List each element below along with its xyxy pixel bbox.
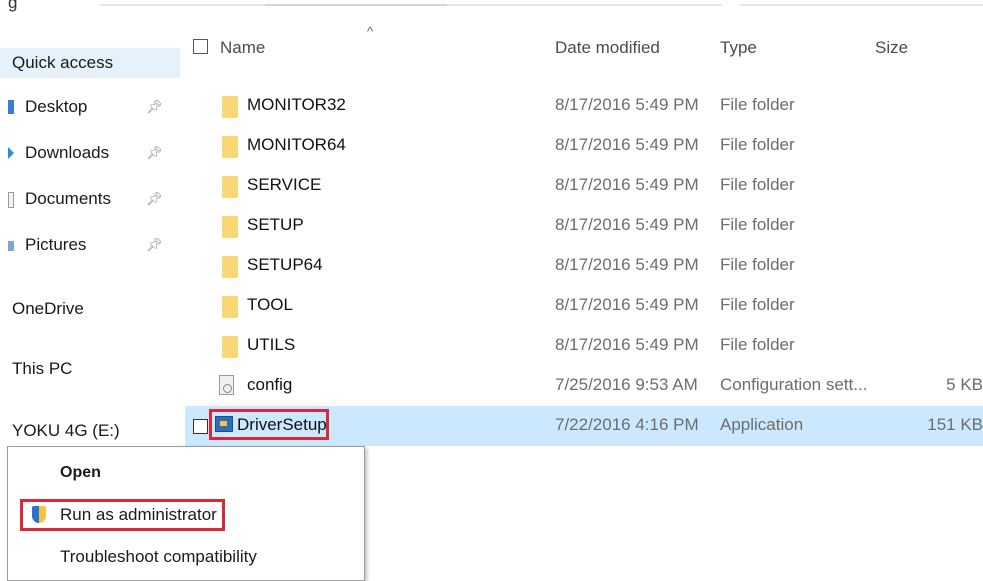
pin-icon[interactable]: 📌︎ [146, 230, 163, 260]
menu-label: Run as administrator [60, 505, 217, 524]
menu-item-run-as-administrator[interactable]: Run as administrator [8, 495, 364, 535]
table-row[interactable]: config 7/25/2016 9:53 AM Configuration s… [185, 366, 983, 406]
table-row[interactable]: MONITOR64 8/17/2016 5:49 PM File folder [185, 126, 983, 166]
file-date: 8/17/2016 5:49 PM [555, 175, 699, 194]
file-name: SETUP [247, 215, 304, 234]
file-date: 8/17/2016 5:49 PM [555, 95, 699, 114]
table-row[interactable]: SERVICE 8/17/2016 5:49 PM File folder [185, 166, 983, 206]
table-row[interactable]: SETUP 8/17/2016 5:49 PM File folder [185, 206, 983, 246]
row-checkbox-checked[interactable] [193, 419, 208, 434]
folder-icon [222, 256, 238, 278]
file-type: File folder [720, 135, 795, 154]
table-row-selected[interactable]: DriverSetup 7/22/2016 4:16 PM Applicatio… [185, 406, 983, 446]
column-name[interactable]: Name [220, 38, 265, 58]
file-size: 5 KB [946, 375, 983, 394]
address-field[interactable] [447, 4, 722, 6]
downloads-icon [8, 147, 14, 159]
folder-icon [222, 176, 238, 198]
folder-icon [222, 136, 238, 158]
table-row[interactable]: MONITOR32 8/17/2016 5:49 PM File folder [185, 86, 983, 126]
pin-icon[interactable]: 📌︎ [146, 184, 163, 214]
file-type: Application [720, 415, 804, 434]
file-size: 151 KB [927, 415, 983, 434]
pin-icon[interactable]: 📌︎ [146, 92, 163, 122]
nav-item-downloads[interactable]: Downloads 📌︎ [0, 138, 180, 168]
menu-label: Open [60, 464, 101, 481]
file-type: File folder [720, 335, 795, 354]
file-date: 7/22/2016 4:16 PM [555, 415, 699, 434]
nav-item-drive[interactable]: YOKU 4G (E:) [0, 416, 180, 446]
file-name: SERVICE [247, 175, 322, 194]
column-header-row: Name ^ Date modified Type Size [185, 24, 983, 68]
nav-item-onedrive[interactable]: OneDrive [0, 294, 180, 324]
toolbar-field-active[interactable] [265, 4, 447, 6]
file-list: Name ^ Date modified Type Size MONITOR32… [185, 24, 983, 446]
column-type[interactable]: Type [720, 38, 757, 58]
nav-label: Pictures [25, 235, 87, 254]
menu-item-troubleshoot-compatibility[interactable]: Troubleshoot compatibility [8, 537, 364, 577]
config-file-icon [219, 375, 234, 395]
desktop-icon [8, 100, 14, 114]
file-date: 8/17/2016 5:49 PM [555, 135, 699, 154]
address-bar-area: g [0, 0, 983, 14]
menu-label: Troubleshoot compatibility [60, 547, 257, 566]
nav-label: Quick access [12, 53, 114, 72]
file-name: DriverSetup [237, 415, 327, 434]
folder-icon [222, 336, 238, 358]
sort-ascending-icon: ^ [367, 24, 374, 39]
table-row[interactable]: TOOL 8/17/2016 5:49 PM File folder [185, 286, 983, 326]
table-row[interactable]: SETUP64 8/17/2016 5:49 PM File folder [185, 246, 983, 286]
folder-icon [222, 96, 238, 118]
folder-icon [222, 296, 238, 318]
file-type: File folder [720, 255, 795, 274]
documents-icon [8, 192, 14, 208]
nav-label: Desktop [25, 97, 88, 116]
file-date: 8/17/2016 5:49 PM [555, 255, 699, 274]
file-date: 8/17/2016 5:49 PM [555, 215, 699, 234]
pin-icon[interactable]: 📌︎ [146, 138, 163, 168]
file-type: File folder [720, 95, 795, 114]
nav-label: This PC [12, 359, 73, 378]
file-date: 7/25/2016 9:53 AM [555, 375, 698, 394]
file-type: File folder [720, 215, 795, 234]
context-menu: Open Run as administrator Troubleshoot c… [7, 446, 365, 581]
search-field[interactable] [740, 4, 983, 6]
file-name: UTILS [247, 335, 296, 354]
file-name: MONITOR32 [247, 95, 346, 114]
nav-label: Downloads [25, 143, 110, 162]
nav-label: YOKU 4G (E:) [12, 421, 120, 440]
file-name: TOOL [247, 295, 293, 314]
file-type: File folder [720, 175, 795, 194]
file-name: MONITOR64 [247, 135, 346, 154]
nav-item-this-pc[interactable]: This PC [0, 354, 180, 384]
application-icon [215, 416, 233, 432]
menu-item-open[interactable]: Open [8, 453, 364, 493]
nav-item-desktop[interactable]: Desktop 📌︎ [0, 92, 180, 122]
file-date: 8/17/2016 5:49 PM [555, 295, 699, 314]
file-date: 8/17/2016 5:49 PM [555, 335, 699, 354]
nav-quick-access[interactable]: Quick access [0, 48, 180, 78]
toolbar-field[interactable] [100, 4, 265, 6]
file-name: config [247, 375, 293, 394]
table-row[interactable]: UTILS 8/17/2016 5:49 PM File folder [185, 326, 983, 366]
nav-item-pictures[interactable]: Pictures 📌︎ [0, 230, 180, 260]
file-type: Configuration sett... [720, 375, 868, 394]
file-name: SETUP64 [247, 255, 323, 274]
nav-item-documents[interactable]: Documents 📌︎ [0, 184, 180, 214]
nav-label: OneDrive [12, 299, 84, 318]
select-all-checkbox[interactable] [193, 39, 208, 54]
folder-icon [222, 216, 238, 238]
nav-label: Documents [25, 189, 111, 208]
uac-shield-icon [32, 506, 46, 523]
column-date-modified[interactable]: Date modified [555, 38, 660, 58]
column-size[interactable]: Size [875, 38, 908, 58]
pictures-icon [8, 241, 14, 251]
toolbar-fragment: g [8, 0, 18, 12]
file-type: File folder [720, 295, 795, 314]
